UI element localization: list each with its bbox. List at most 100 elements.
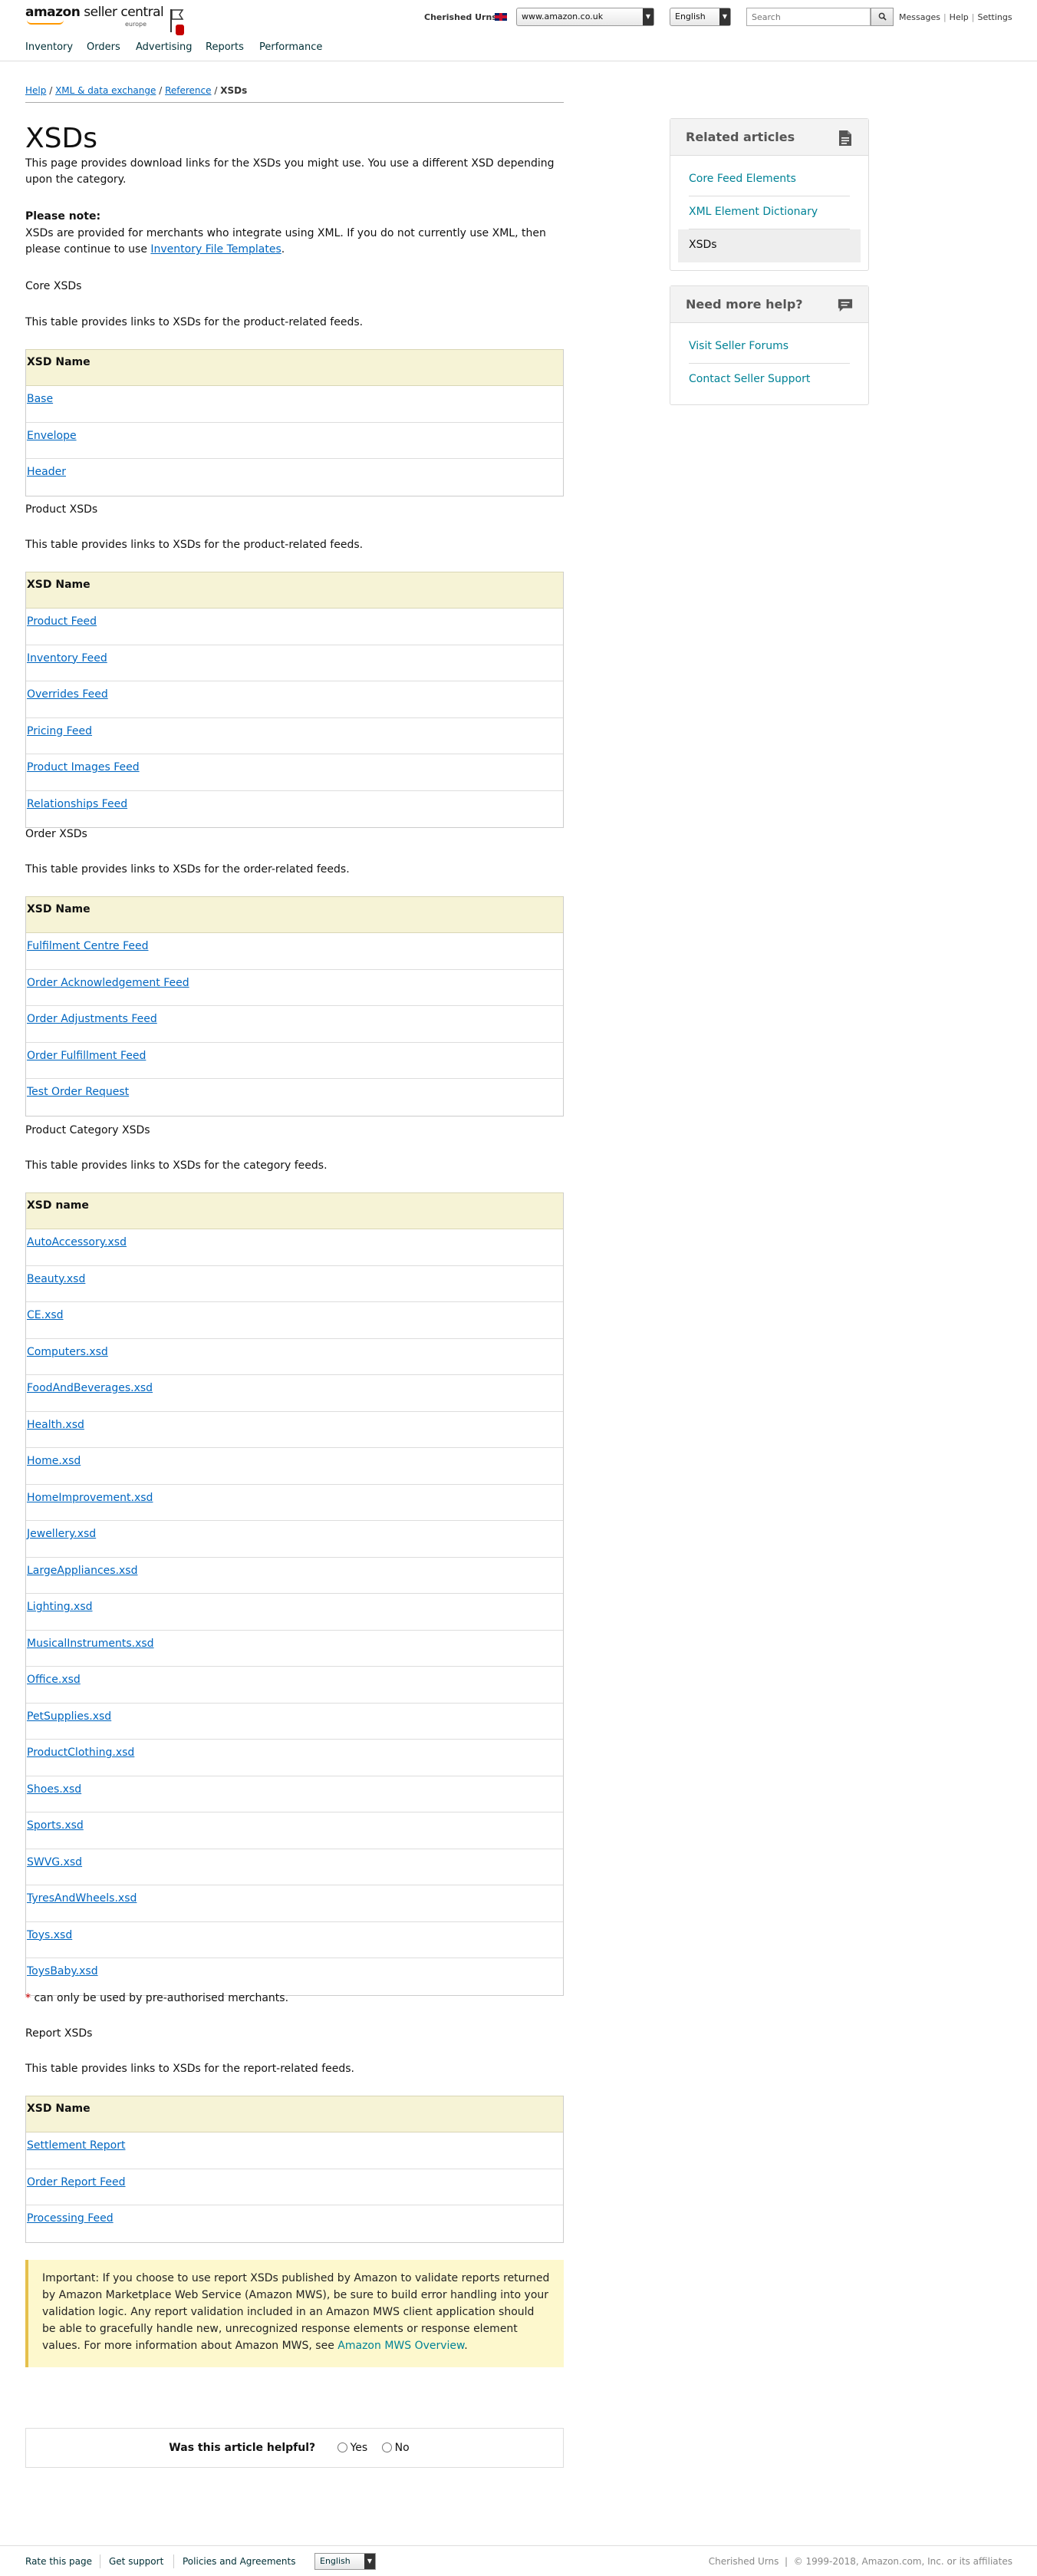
table-row: Beauty.xsd [26, 1266, 563, 1302]
help-link[interactable]: Help [950, 12, 969, 22]
report-xsds-desc: This table provides links to XSDs for th… [25, 2063, 354, 2075]
xsd-link[interactable]: Order Adjustments Feed [27, 1013, 157, 1025]
footer-rate-page[interactable]: Rate this page [25, 2556, 92, 2567]
xsd-link[interactable]: MusicalInstruments.xsd [27, 1638, 154, 1650]
table-row: Order Adjustments Feed [26, 1006, 563, 1043]
nav-reports[interactable]: Reports [206, 41, 244, 53]
xsd-link[interactable]: Settlement Report [27, 2139, 125, 2152]
xsd-link[interactable]: Computers.xsd [27, 1346, 108, 1358]
xsd-link[interactable]: Sports.xsd [27, 1819, 84, 1832]
xsd-link[interactable]: Lighting.xsd [27, 1601, 93, 1613]
footer: Rate this page Get support Policies and … [0, 2545, 1037, 2576]
table-row: Shoes.xsd [26, 1776, 563, 1812]
nav-orders[interactable]: Orders [87, 41, 120, 53]
xsd-link[interactable]: Relationships Feed [27, 798, 127, 810]
document-icon [839, 130, 851, 146]
table-row: MusicalInstruments.xsd [26, 1631, 563, 1667]
note-body: XSDs are provided for merchants who inte… [25, 226, 555, 258]
inventory-file-templates-link[interactable]: Inventory File Templates [150, 243, 281, 256]
xsd-link[interactable]: Fulfilment Centre Feed [27, 940, 148, 952]
feedback-no[interactable]: No [381, 2442, 410, 2454]
xsd-link[interactable]: Beauty.xsd [27, 1273, 85, 1285]
table-header: XSD Name [26, 2096, 563, 2132]
xsd-link[interactable]: CE.xsd [27, 1309, 64, 1321]
xsd-link[interactable]: Base [27, 393, 53, 405]
xsd-link[interactable]: Test Order Request [27, 1086, 129, 1098]
footer-policies[interactable]: Policies and Agreements [183, 2556, 296, 2567]
breadcrumb-xml-data-exchange[interactable]: XML & data exchange [55, 85, 156, 96]
related-xml-element-dictionary[interactable]: XML Element Dictionary [689, 196, 850, 229]
amazon-mws-overview-link[interactable]: Amazon MWS Overview [337, 2340, 464, 2352]
product-xsds-title: Product XSDs [25, 503, 98, 516]
xsd-link[interactable]: ToysBaby.xsd [27, 1965, 98, 1977]
xsd-link[interactable]: TyresAndWheels.xsd [27, 1892, 137, 1905]
notification-flag-icon[interactable] [167, 8, 187, 37]
radio-no[interactable] [381, 2442, 392, 2452]
search-button[interactable] [871, 8, 894, 26]
category-xsds-table: XSD name AutoAccessory.xsd Beauty.xsd CE.xs… [25, 1192, 564, 1996]
messages-link[interactable]: Messages [899, 12, 940, 22]
xsd-link[interactable]: AutoAccessory.xsd [27, 1236, 127, 1248]
nav-advertising[interactable]: Advertising [136, 41, 193, 53]
xsd-link[interactable]: Order Fulfillment Feed [27, 1050, 146, 1062]
settings-link[interactable]: Settings [977, 12, 1012, 22]
chevron-down-icon: ▼ [364, 2554, 375, 2569]
xsd-link[interactable]: Processing Feed [27, 2212, 114, 2225]
search-input[interactable] [746, 8, 871, 26]
table-row: Order Acknowledgement Feed [26, 970, 563, 1006]
xsd-link[interactable]: HomeImprovement.xsd [27, 1492, 153, 1504]
xsd-link[interactable]: Overrides Feed [27, 688, 108, 701]
xsd-link[interactable]: Order Acknowledgement Feed [27, 977, 189, 989]
xsd-link[interactable]: PetSupplies.xsd [27, 1710, 111, 1723]
order-xsds-table: XSD Name Fulfilment Centre Feed Order Ackn… [25, 896, 564, 1116]
need-help-list: Visit Seller Forums Contact Seller Suppo… [670, 323, 868, 404]
chat-icon [838, 298, 853, 312]
seller-central-logo[interactable]: amazon seller central europe [25, 5, 164, 31]
marketplace-select[interactable]: www.amazon.co.uk ▼ [516, 8, 654, 26]
category-xsds-title: Product Category XSDs [25, 1124, 150, 1136]
footer-language-select[interactable]: English ▼ [314, 2553, 376, 2570]
xsd-link[interactable]: SWVG.xsd [27, 1856, 82, 1869]
xsd-link[interactable]: Office.xsd [27, 1674, 81, 1686]
xsd-link[interactable]: Pricing Feed [27, 725, 92, 737]
category-xsds-desc: This table provides links to XSDs for th… [25, 1159, 328, 1172]
chevron-down-icon: ▼ [643, 8, 653, 25]
xsd-link[interactable]: Envelope [27, 430, 77, 442]
breadcrumb-sep: / [214, 85, 218, 96]
xsd-link[interactable]: LargeAppliances.xsd [27, 1565, 138, 1577]
xsd-link[interactable]: Order Report Feed [27, 2176, 126, 2188]
table-row: Fulfilment Centre Feed [26, 933, 563, 970]
feedback-yes[interactable]: Yes [337, 2442, 367, 2454]
related-articles-title: Related articles [686, 130, 795, 144]
contact-seller-support-link[interactable]: Contact Seller Support [689, 364, 850, 397]
visit-seller-forums-link[interactable]: Visit Seller Forums [689, 331, 850, 364]
related-articles-header: Related articles [670, 119, 868, 156]
radio-yes[interactable] [337, 2442, 347, 2452]
page-title: XSDs [25, 123, 97, 154]
footer-get-support[interactable]: Get support [109, 2556, 163, 2567]
related-core-feed-elements[interactable]: Core Feed Elements [689, 163, 850, 196]
xsd-link[interactable]: Product Feed [27, 615, 97, 628]
xsd-link[interactable]: ProductClothing.xsd [27, 1746, 134, 1759]
xsd-link[interactable]: Inventory Feed [27, 652, 107, 665]
language-select[interactable]: English ▼ [670, 8, 731, 26]
xsd-link[interactable]: Health.xsd [27, 1419, 84, 1431]
xsd-link[interactable]: Toys.xsd [27, 1929, 72, 1941]
xsd-link[interactable]: Home.xsd [27, 1455, 81, 1467]
table-row: Pricing Feed [26, 718, 563, 754]
xsd-link[interactable]: Shoes.xsd [27, 1783, 81, 1796]
breadcrumb-sep: / [49, 85, 53, 96]
xsd-link[interactable]: Header [27, 466, 66, 478]
nav-inventory[interactable]: Inventory [25, 41, 73, 53]
nav-performance[interactable]: Performance [259, 41, 322, 53]
breadcrumb-reference[interactable]: Reference [165, 85, 211, 96]
core-xsds-title: Core XSDs [25, 280, 82, 292]
footer-copyright-text: © 1999-2018, Amazon.com, Inc. or its aff… [793, 2556, 1012, 2567]
footer-divider [173, 2555, 174, 2568]
xsd-link[interactable]: Product Images Feed [27, 761, 140, 773]
breadcrumb-help[interactable]: Help [25, 85, 46, 96]
note-end: . [281, 243, 285, 256]
xsd-link[interactable]: FoodAndBeverages.xsd [27, 1382, 153, 1394]
table-row: HomeImprovement.xsd [26, 1485, 563, 1521]
xsd-link[interactable]: Jewellery.xsd [27, 1528, 96, 1540]
